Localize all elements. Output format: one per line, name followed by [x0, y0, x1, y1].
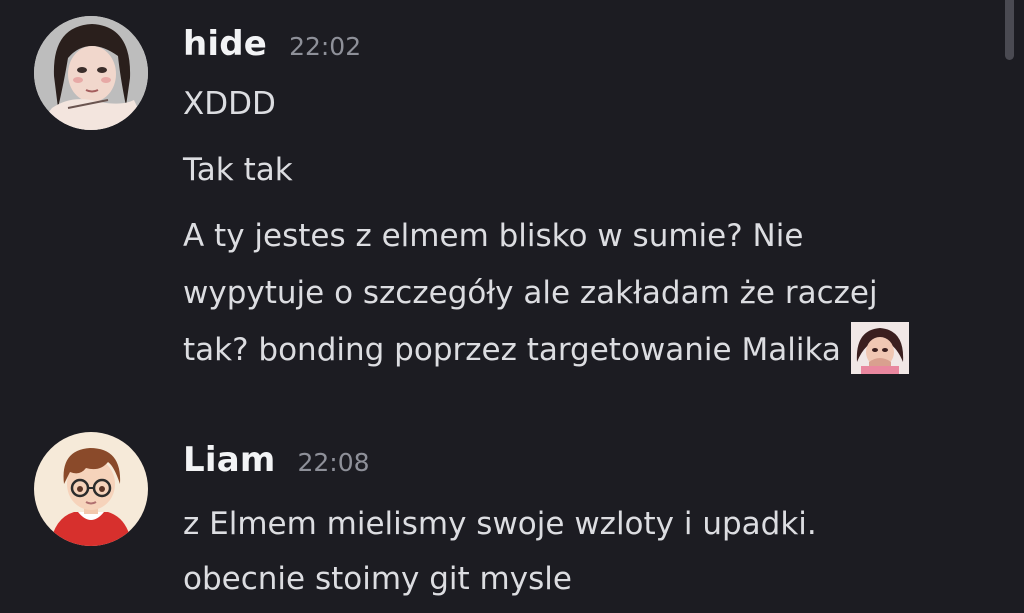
crying-woman-emoji-icon[interactable]: [850, 322, 909, 374]
timestamp[interactable]: 22:02: [289, 32, 361, 61]
timestamp[interactable]: 22:08: [298, 448, 370, 477]
message-text: tak? bonding poprzez targetowanie Malika: [183, 322, 909, 379]
message-text: obecnie stoimy git mysle: [183, 561, 572, 597]
message-text: z Elmem mielismy swoje wzloty i upadki.: [183, 506, 817, 542]
message-header-hide: hide 22:02: [183, 24, 361, 64]
message-text: wypytuje o szczegóły ale zakładam że rac…: [183, 275, 878, 311]
chat-message-list[interactable]: hide 22:02 XDDD Tak tak A ty jestes z el…: [0, 0, 1024, 613]
message-text: XDDD: [183, 86, 276, 122]
avatar-liam[interactable]: [34, 432, 148, 546]
username[interactable]: hide: [183, 24, 267, 64]
avatar-hide[interactable]: [34, 16, 148, 130]
username[interactable]: Liam: [183, 440, 276, 480]
message-text: A ty jestes z elmem blisko w sumie? Nie: [183, 218, 804, 254]
message-text: Tak tak: [183, 152, 293, 188]
message-text-line: tak? bonding poprzez targetowanie Malika: [183, 332, 841, 368]
scrollbar-thumb[interactable]: [1005, 0, 1014, 60]
message-header-liam: Liam 22:08: [183, 440, 370, 480]
